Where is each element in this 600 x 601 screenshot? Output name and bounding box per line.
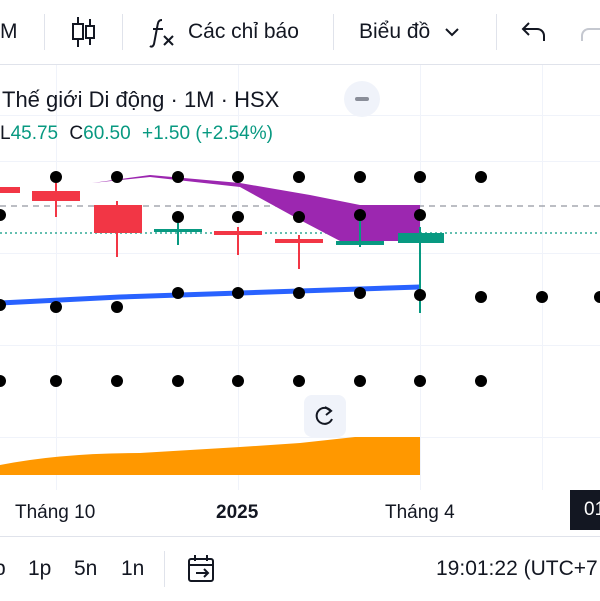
candle [214, 231, 262, 235]
collapse-icon [355, 97, 369, 101]
chart-style-button[interactable] [70, 0, 98, 64]
candle [154, 229, 202, 232]
dot-marker [50, 375, 62, 387]
crosshair-time-badge: 01 [570, 490, 600, 530]
time-axis-label: 2025 [216, 502, 259, 523]
toolbar-divider [122, 14, 123, 50]
close-value: 60.50 [83, 123, 131, 144]
dot-marker [232, 211, 244, 223]
candle [0, 187, 20, 193]
dot-marker [50, 171, 62, 183]
clock-timezone[interactable]: 19:01:22 (UTC+7 [436, 537, 598, 601]
dot-marker [414, 209, 426, 221]
dot-marker [475, 291, 487, 303]
chart-pane[interactable]: Thế giới Di động · 1M · HSX L45.75 C60.5… [0, 65, 600, 535]
candle [275, 239, 323, 243]
dot-marker [232, 287, 244, 299]
dot-marker [172, 171, 184, 183]
dot-marker [50, 301, 62, 313]
toolbar-divider [333, 14, 334, 50]
low-value: 45.75 [10, 123, 59, 144]
dot-marker [232, 171, 244, 183]
interval-label: M [0, 20, 18, 43]
dot-marker [293, 375, 305, 387]
dot-marker [293, 211, 305, 223]
indicators-button[interactable]: Các chỉ báo [148, 0, 299, 64]
time-axis-label: Tháng 4 [385, 502, 455, 523]
dot-marker [172, 375, 184, 387]
legend-ohlc: L45.75 C60.50 +1.50 (+2.54%) [0, 123, 273, 145]
redo-icon [581, 28, 600, 41]
dot-marker [232, 375, 244, 387]
candle [32, 191, 80, 201]
function-icon [149, 19, 174, 48]
dot-marker [111, 301, 123, 313]
chart-type-dropdown[interactable]: Biểu đồ [359, 0, 460, 64]
dot-marker [111, 171, 123, 183]
candle [94, 205, 142, 233]
dot-marker [0, 209, 6, 221]
dot-marker [354, 209, 366, 221]
dot-marker [172, 211, 184, 223]
time-axis[interactable]: Tháng 10 2025 Tháng 4 01 [0, 490, 600, 535]
legend-symbol-title[interactable]: Thế giới Di động · 1M · HSX [2, 87, 279, 113]
dot-marker [414, 171, 426, 183]
dot-marker [414, 375, 426, 387]
candle [398, 233, 444, 243]
dot-marker [172, 287, 184, 299]
date-range-button[interactable] [186, 537, 218, 601]
candles-icon [72, 17, 95, 47]
interval-button[interactable]: M [0, 0, 18, 64]
chevron-down-icon [445, 28, 459, 37]
top-toolbar: M Các chỉ báo Biểu đồ [0, 0, 600, 65]
range-button[interactable]: 1p [28, 537, 51, 601]
undo-icon [521, 22, 545, 41]
dot-marker [536, 291, 548, 303]
dot-marker [475, 375, 487, 387]
indicators-label: Các chỉ báo [188, 20, 299, 43]
toolbar-divider [44, 14, 45, 50]
range-button[interactable]: 5n [74, 537, 97, 601]
low-prefix: L [0, 123, 11, 144]
close-prefix: C [69, 123, 84, 144]
dot-marker [0, 375, 6, 387]
reset-chart-button[interactable] [304, 395, 346, 437]
dot-marker [354, 375, 366, 387]
chart-type-label: Biểu đồ [359, 20, 431, 43]
redo-button[interactable] [580, 0, 600, 64]
dot-marker [414, 289, 426, 301]
dot-marker [594, 291, 600, 303]
change-value: +1.50 (+2.54%) [141, 123, 273, 144]
range-button[interactable]: 1n [121, 537, 144, 601]
toolbar-divider [164, 551, 165, 587]
dot-marker [354, 287, 366, 299]
dot-marker [111, 375, 123, 387]
dot-marker [293, 171, 305, 183]
legend-collapse-button[interactable] [344, 81, 380, 117]
range-button[interactable]: p [0, 537, 6, 601]
dot-marker [475, 171, 487, 183]
candle [336, 241, 384, 245]
volume-area [0, 437, 420, 475]
dot-marker [293, 287, 305, 299]
date-range-icon [188, 555, 214, 582]
time-axis-label: Tháng 10 [15, 502, 96, 523]
bottom-toolbar: p 1p 5n 1n 19:01:22 (UTC+7 [0, 536, 600, 601]
undo-button[interactable] [520, 0, 548, 64]
toolbar-divider [496, 14, 497, 50]
dot-marker [354, 171, 366, 183]
reset-icon [315, 406, 333, 425]
